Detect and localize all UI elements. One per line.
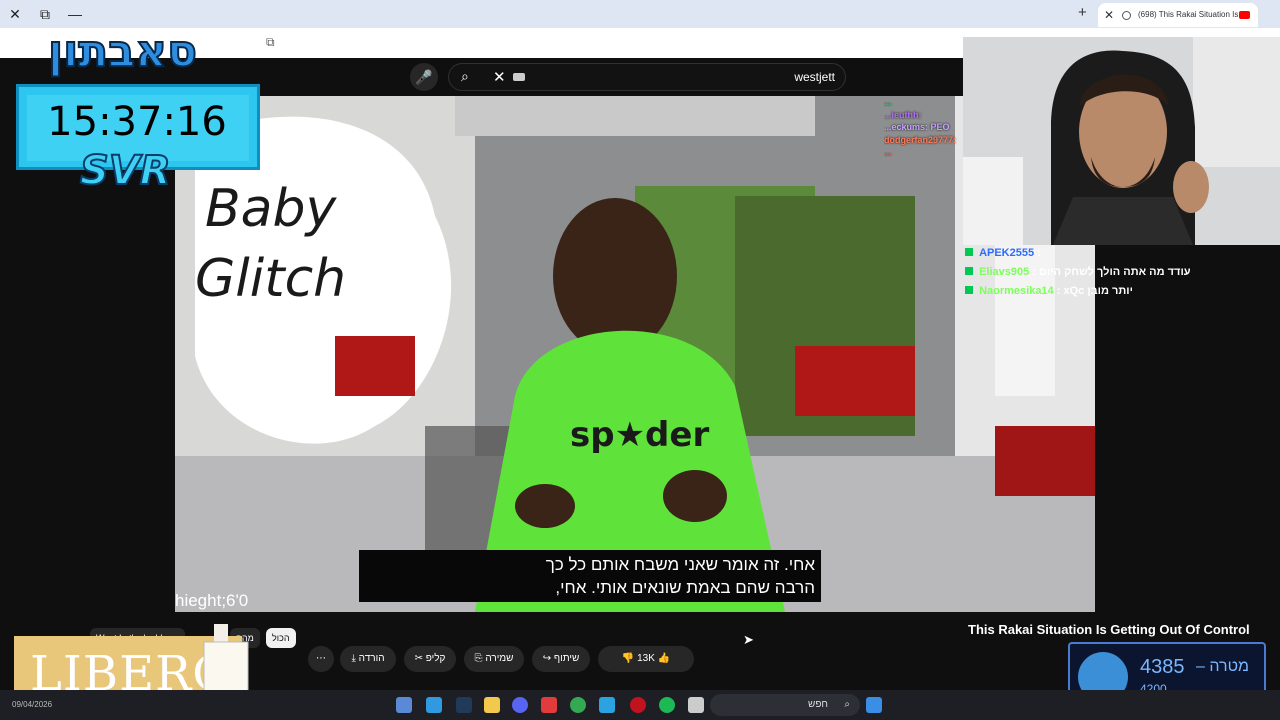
subscriber-badge-icon <box>965 248 973 256</box>
save-button[interactable]: ⎘ שמירה <box>464 646 524 672</box>
subathon-logo: סאבתון <box>47 25 198 78</box>
chat-text: : xQc יותר מובן <box>1056 285 1133 297</box>
close-window-icon[interactable]: ✕ <box>6 5 24 23</box>
taskbar-search[interactable]: חפש ⌕ <box>710 694 860 716</box>
clip-button[interactable]: ✂ קליפ <box>404 646 456 672</box>
timer-value: 15:37:16 <box>47 99 227 145</box>
caption-line-1: אחי. זה אומר שאני משבח אותם כל כך <box>545 555 815 574</box>
recorder-icon[interactable] <box>630 697 646 713</box>
app-icon[interactable] <box>541 697 557 713</box>
dislike-icon[interactable]: 👎 <box>622 653 637 664</box>
chat-message: APEK2555 : <box>965 244 1265 263</box>
chat-message: Eliavs905 : עודד מה אתה הולך לשחק היום <box>965 263 1265 282</box>
subscriber-badge-icon <box>965 267 973 275</box>
search-icon: ⌕ <box>844 699 850 710</box>
svg-text:sp★der: sp★der <box>570 415 709 455</box>
caption-line-2: הרבה שהם באמת שונאים אותי. אחי, <box>555 578 815 597</box>
goal-current: 4385 <box>1140 656 1185 678</box>
bookmark-icon: ⎘ <box>474 653 486 664</box>
webcam-image <box>963 37 1280 245</box>
audio-icon <box>1122 11 1131 20</box>
overlay-chat-line: ...ieuthh: <box>884 109 922 120</box>
timer-sublabel: SVR <box>79 147 172 195</box>
webcam-feed <box>963 37 1280 245</box>
clip-label: קליפ <box>425 653 446 664</box>
search-input[interactable]: ⌕ ✕ westjett <box>448 63 846 91</box>
steam-icon[interactable] <box>456 697 472 713</box>
overlay-chat-line: ...eckums: PEO <box>884 122 950 132</box>
svg-text:Glitch: Glitch <box>195 249 346 309</box>
share-button[interactable]: ↪ שיתוף <box>532 646 590 672</box>
chat-text: : עודד מה אתה הולך לשחק היום <box>1032 266 1191 278</box>
windows-start-icon[interactable] <box>866 697 882 713</box>
more-actions-button[interactable]: ⋯ <box>308 646 334 672</box>
photos-icon[interactable] <box>426 697 442 713</box>
overlay-chat: ... ...ieuthh: ...eckums: PEO dodgerfan2… <box>884 96 964 159</box>
notes-icon[interactable] <box>688 697 704 713</box>
tab-title: (698) This Rakai Situation Is... <box>1138 10 1246 19</box>
download-button[interactable]: ⤓ הורדה <box>340 646 396 672</box>
video-title: This Rakai Situation Is Getting Out Of C… <box>968 622 1250 637</box>
more-icon: ⋯ <box>316 653 326 664</box>
voice-search-icon[interactable]: 🎤 <box>410 63 438 91</box>
chat-username: Naormesika14 <box>979 285 1054 297</box>
browser-tab[interactable]: ✕ (698) This Rakai Situation Is... <box>1098 3 1258 27</box>
chat-text: : <box>1037 247 1041 259</box>
goal-dash: – <box>1196 658 1205 675</box>
save-label: שמירה <box>485 653 514 664</box>
overlay-chat-line: ... <box>884 97 892 107</box>
like-icon[interactable]: 👍 <box>658 653 670 664</box>
download-label: הורדה <box>358 653 385 664</box>
chrome-icon[interactable] <box>570 697 586 713</box>
file-explorer-icon[interactable] <box>484 697 500 713</box>
discord-icon[interactable] <box>512 697 528 713</box>
close-tab-icon[interactable]: ✕ <box>1104 3 1114 27</box>
chat-username: Eliavs905 <box>979 266 1030 278</box>
taskbar-date: 09/04/2026 <box>12 700 53 709</box>
new-tab-button[interactable]: + <box>1078 4 1087 21</box>
spotify-icon[interactable] <box>659 697 675 713</box>
search-icon[interactable]: ⌕ <box>461 68 469 85</box>
chat-username: APEK2555 <box>979 247 1035 259</box>
keyboard-icon[interactable] <box>513 73 525 81</box>
share-icon: ↪ <box>542 653 554 664</box>
restore-window-icon[interactable]: ⧉ <box>36 5 54 23</box>
overlay-chat-line: dodgerfan29777: <box>884 134 957 145</box>
goal-label: מטרה – <box>1196 658 1249 676</box>
calculator-icon[interactable] <box>396 697 412 713</box>
video-caption: אחי. זה אומר שאני משבח אותם כל כך הרבה ש… <box>359 550 821 602</box>
svg-text:Baby: Baby <box>205 179 338 239</box>
telegram-icon[interactable] <box>599 697 615 713</box>
corner-text: hieght;6'0 <box>175 591 249 610</box>
video-frame: Baby Glitch sp★der <box>175 96 1095 612</box>
like-count[interactable]: 13K <box>637 653 655 664</box>
minimize-window-icon[interactable]: — <box>66 5 84 23</box>
goal-label-text: מטרה <box>1209 658 1250 675</box>
taskbar-search-placeholder: חפש <box>808 699 828 710</box>
download-icon: ⤓ <box>351 653 359 664</box>
youtube-icon <box>1239 11 1250 19</box>
install-app-icon[interactable]: ⧉ <box>266 35 275 50</box>
subscriber-badge-icon <box>965 286 973 294</box>
clear-search-icon[interactable]: ✕ <box>493 68 506 86</box>
search-query: westjett <box>794 70 835 84</box>
like-dislike-group: 👎 13K 👍 <box>598 646 694 672</box>
overlay-chat-line: ... <box>884 147 892 157</box>
mouse-cursor-icon: ➤ <box>743 632 754 647</box>
chat-message: Naormesika14 : xQc יותר מובן <box>965 282 1265 301</box>
video-player[interactable]: Baby Glitch sp★der ... ...ieuthh: ...eck… <box>175 96 1095 612</box>
stream-chat: APEK2555 : Eliavs905 : עודד מה אתה הולך … <box>965 244 1265 301</box>
share-label: שיתוף <box>553 653 580 664</box>
browser-tab-bar: ✕ ⧉ — + ✕ (698) This Rakai Situation Is.… <box>0 0 1280 28</box>
scissors-icon: ✂ <box>414 653 426 664</box>
chip-all[interactable]: הכול <box>266 628 296 648</box>
windows-taskbar: 09/04/2026 חפש ⌕ <box>0 690 1280 720</box>
